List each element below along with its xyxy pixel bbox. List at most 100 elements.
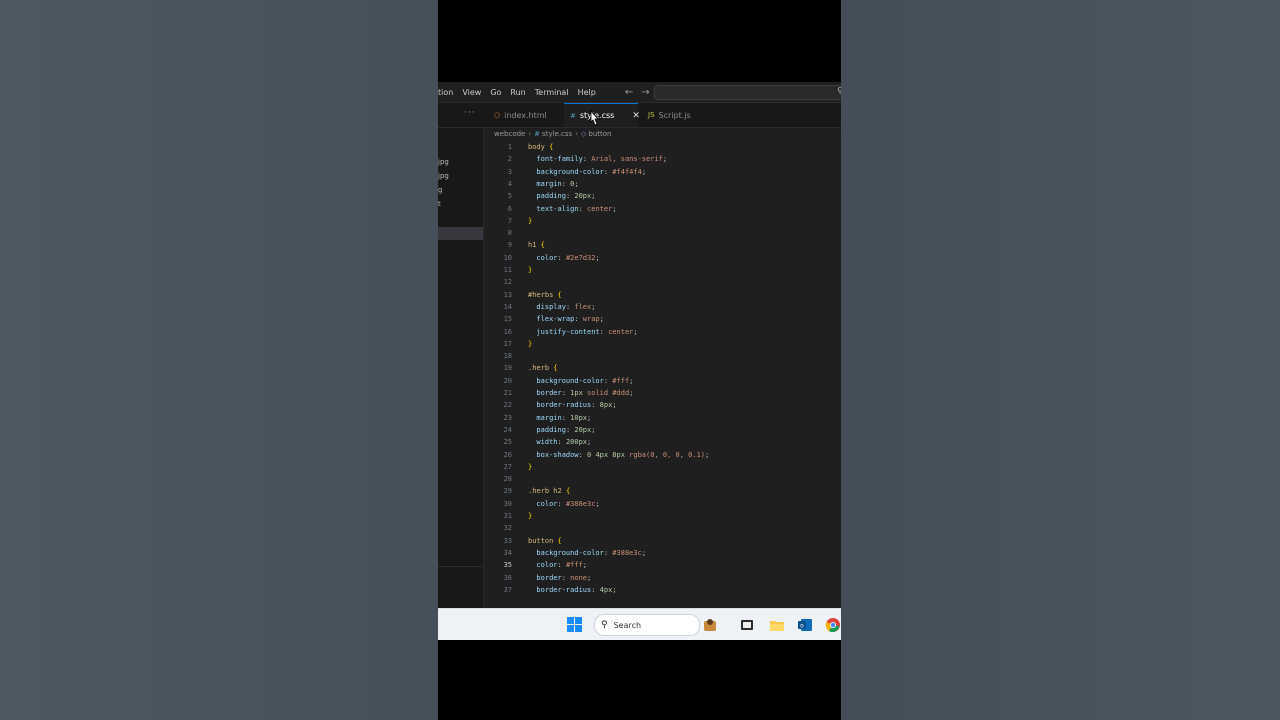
code-token: center [587,204,613,213]
code-token: ; [574,179,579,188]
code-line[interactable]: 22 border-radius: 8px; [484,399,841,411]
code-line[interactable]: 18 [484,350,841,362]
line-number: 23 [503,413,512,422]
file-item[interactable]: g [438,186,442,194]
code-line[interactable]: 28 [484,473,841,485]
breadcrumb-file[interactable]: style.css [542,130,572,138]
code-token: { [553,364,558,373]
code-token: solid #ddd [582,389,630,397]
code-line[interactable]: 10 color: #2e7d32; [484,252,841,264]
code-line[interactable]: 5 padding: 20px; [484,190,841,202]
code-line[interactable]: 26 box-shadow: 0 4px 8px rgba(0, 0, 0, 0… [484,449,841,461]
close-icon[interactable]: ✕ [632,111,640,121]
code-line[interactable]: 9 h1 { [484,239,841,251]
code-line[interactable]: 17} [484,338,841,350]
code-token: #2e7d32 [565,253,596,262]
more-actions-icon[interactable]: ··· [464,108,476,118]
code-token: 20px [574,192,592,201]
code-line[interactable]: 2 font-family: Arial, sans-serif; [484,153,841,165]
file-explorer-icon[interactable] [769,617,785,633]
code-line[interactable]: 7} [484,215,841,227]
line-number: 36 [503,573,512,582]
code-line[interactable]: 24 padding: 20px; [484,424,841,436]
code-token: margin [528,179,562,188]
code-line[interactable]: 21 border: 1px solid #ddd; [484,387,841,399]
code-token: padding [528,425,566,434]
code-line[interactable]: 32 [484,522,841,534]
code-line[interactable]: 31} [484,510,841,522]
code-token: : [574,315,583,324]
code-line[interactable]: 1 body { [484,141,841,153]
code-line[interactable]: 29 .herb h2 { [484,485,841,497]
file-item[interactable]: jpg [438,158,449,166]
code-line[interactable]: 3 background-color: #f4f4f4; [484,166,841,178]
tab-script-js[interactable]: JS Script.js [642,103,697,127]
menu-run[interactable]: Run [510,88,525,97]
tab-index-html[interactable]: ○ index.html [488,103,553,127]
code-token: font-family [528,155,583,164]
menu-bar: tion View Go Run Terminal Help ← → ⚲ [438,82,841,103]
code-line[interactable]: 25 width: 200px; [484,436,841,448]
windows-start-icon[interactable] [567,617,583,633]
back-arrow-icon[interactable]: ← [625,87,633,98]
code-line[interactable]: 11} [484,264,841,276]
widget-icon[interactable] [702,617,718,633]
code-line[interactable]: 20 background-color: #fff; [484,375,841,387]
file-item[interactable]: t [438,200,441,208]
menu-terminal[interactable]: Terminal [535,88,569,97]
menu-selection[interactable]: tion [438,88,453,97]
code-line[interactable]: 27} [484,461,841,473]
code-line[interactable]: 36 border: none; [484,572,841,584]
code-token: { [565,487,571,496]
command-center-search[interactable]: ⚲ [654,85,841,100]
code-line[interactable]: 8 [484,227,841,239]
line-number: 34 [503,548,512,557]
breadcrumb-folder[interactable]: webcode [494,130,525,138]
forward-arrow-icon[interactable]: → [641,87,649,98]
code-token: .herb [528,364,554,373]
taskbar-search[interactable]: ⚲ Search [594,614,700,636]
outlook-icon[interactable]: o [797,617,813,633]
code-token: display [528,302,566,311]
background-left [0,0,438,720]
code-line[interactable]: 35 color: #fff; [484,559,841,571]
code-token: button [528,536,558,545]
code-line[interactable]: 19 .herb { [484,362,841,374]
code-line[interactable]: 15 flex-wrap: wrap; [484,313,841,325]
line-number: 2 [507,155,512,164]
code-line[interactable]: 16 justify-content: center; [484,326,841,338]
code-line[interactable]: 13 #herbs { [484,289,841,301]
code-line[interactable]: 4 margin: 0; [484,178,841,190]
code-line[interactable]: 12 [484,276,841,288]
line-number: 6 [507,204,512,213]
menu-view[interactable]: View [462,88,481,97]
code-token: #388e3c [612,548,642,557]
chrome-icon[interactable] [825,617,841,633]
menu-go[interactable]: Go [490,88,501,97]
line-number: 20 [503,376,512,385]
code-line[interactable]: 33 button { [484,535,841,547]
code-text: width: 200px; [528,436,591,448]
breadcrumb-symbol[interactable]: button [588,130,611,138]
code-line[interactable]: 23 margin: 10px; [484,412,841,424]
code-editor[interactable]: 1 body {2 font-family: Arial, sans-serif;… [484,140,841,608]
tab-style-css[interactable]: # style.css ✕ [564,103,640,127]
line-number: 17 [503,339,512,348]
line-number: 1 [507,143,512,151]
code-token: 20px [574,425,592,434]
task-view-icon[interactable] [739,617,755,633]
code-token: border-radius [528,401,592,410]
code-line[interactable]: 34 background-color: #388e3c; [484,547,841,559]
line-number: 3 [507,167,512,176]
selected-file-item[interactable] [438,227,483,240]
code-line[interactable]: 30 color: #388e3c; [484,498,841,510]
code-text: body { [528,141,553,153]
code-line[interactable]: 6 text-align: center; [484,203,841,215]
code-token: color [528,499,558,508]
line-number: 25 [503,438,512,447]
file-item[interactable]: jpg [438,172,449,180]
code-text: border: none; [528,572,591,584]
code-line[interactable]: 14 display: flex; [484,301,841,313]
menu-help[interactable]: Help [578,88,596,97]
code-line[interactable]: 37 border-radius: 4px; [484,584,841,596]
